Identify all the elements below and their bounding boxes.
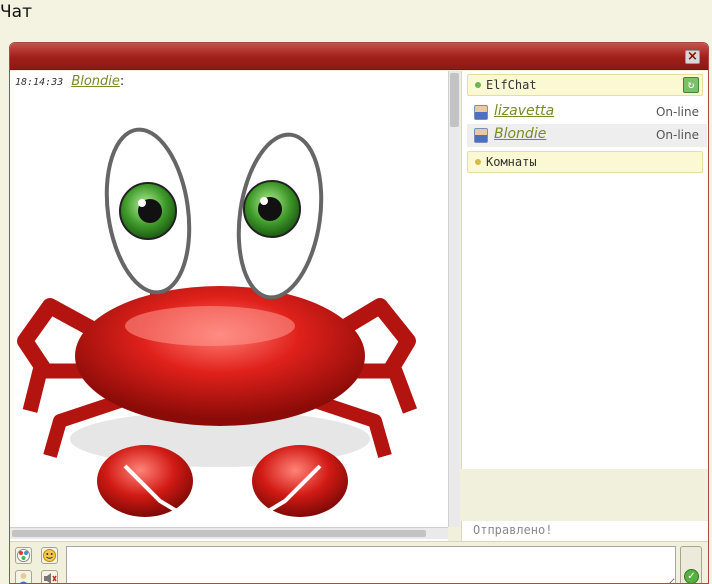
user-list-item[interactable]: Blondie On-line	[467, 124, 707, 147]
color-palette-icon[interactable]	[15, 547, 32, 564]
user-name-link[interactable]: Blondie	[494, 126, 546, 142]
user-status: On-line	[655, 105, 699, 119]
send-button[interactable]: ✓	[680, 546, 702, 583]
message-area: 18:14:33 Blondie:	[10, 71, 448, 541]
room-name: Комнаты	[486, 155, 537, 169]
vertical-scroll-thumb[interactable]	[450, 73, 459, 127]
smiley-icon[interactable]	[41, 547, 58, 564]
sidebar-footer	[461, 469, 708, 521]
user-avatar-icon	[474, 105, 488, 120]
send-check-icon: ✓	[684, 569, 699, 583]
crab-image	[17, 127, 418, 518]
user-name-link[interactable]: lizavetta	[494, 103, 554, 119]
message-horizontal-scrollbar[interactable]	[10, 527, 448, 539]
inactive-room-dot-icon	[475, 159, 481, 165]
chat-window: × 18:14:33 Blondie: ElfChat ↻ lizavetta …	[9, 42, 709, 584]
message-input[interactable]	[66, 546, 676, 583]
close-icon: ×	[687, 49, 698, 64]
user-avatar-icon	[474, 128, 488, 143]
user-icon[interactable]	[15, 570, 32, 583]
close-button[interactable]: ×	[685, 50, 700, 64]
input-toolbar: ✓	[10, 541, 708, 583]
user-list-item[interactable]: lizavetta On-line	[467, 101, 707, 124]
send-status-text: Отправлено!	[473, 523, 553, 537]
refresh-icon[interactable]: ↻	[683, 77, 699, 93]
room-name: ElfChat	[486, 78, 537, 92]
sound-icon[interactable]	[41, 570, 58, 583]
message-vertical-scrollbar[interactable]	[448, 71, 460, 527]
horizontal-scroll-thumb[interactable]	[12, 530, 426, 537]
room-header-rooms[interactable]: Комнаты	[467, 151, 703, 173]
room-header-elfchat[interactable]: ElfChat ↻	[467, 74, 703, 96]
active-room-dot-icon	[475, 82, 481, 88]
page-title: Чат	[0, 2, 32, 22]
user-status: On-line	[655, 128, 699, 142]
window-titlebar: ×	[10, 43, 708, 70]
